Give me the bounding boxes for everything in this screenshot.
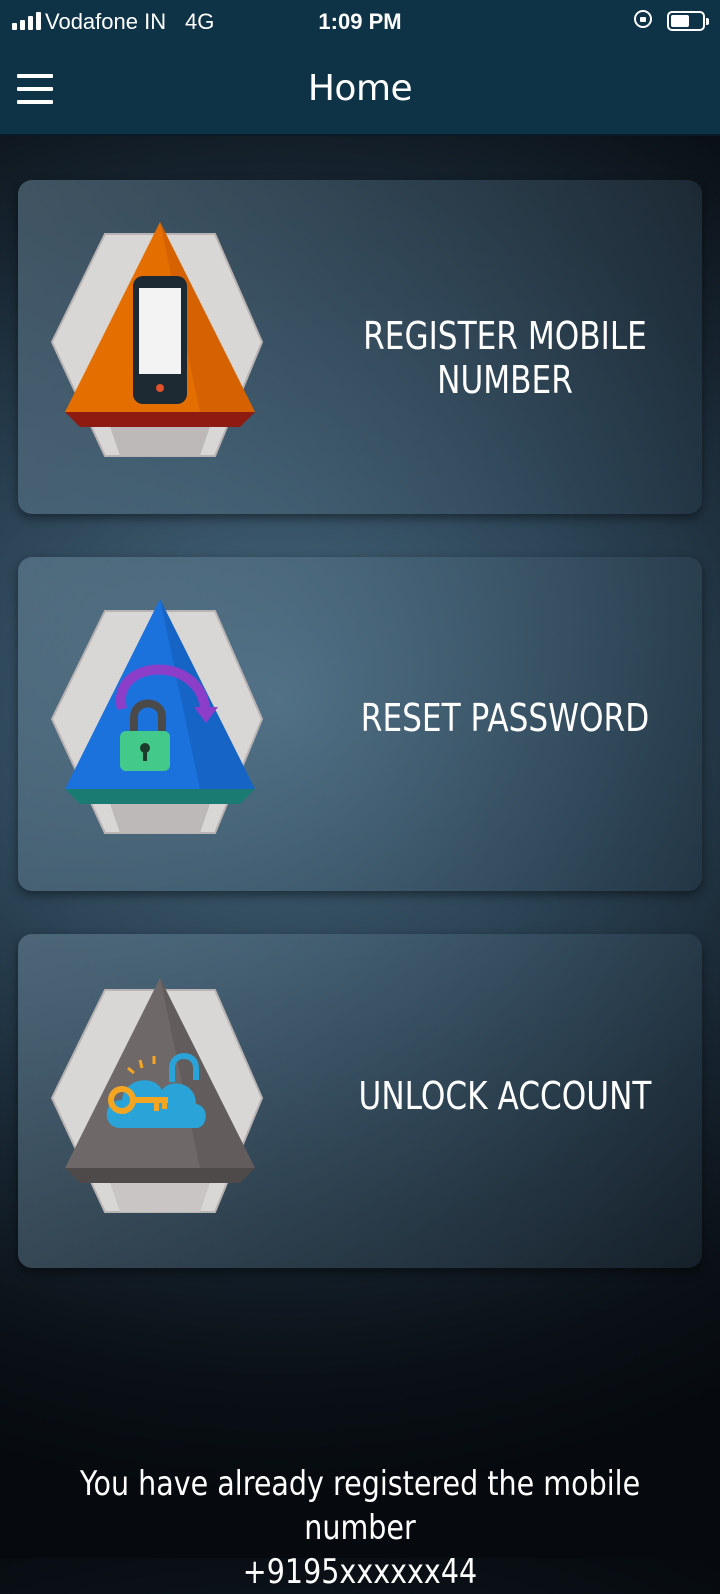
cloud-key-icon — [50, 978, 264, 1213]
page-title: Home — [307, 68, 413, 109]
mobile-phone-icon — [50, 222, 264, 457]
reset-lock-icon — [50, 599, 264, 834]
unlock-account-card[interactable]: UNLOCK ACCOUNT — [18, 934, 702, 1268]
registered-number: +9195xxxxxx44 — [242, 1552, 478, 1592]
status-bar: Vodafone IN 4G 1:09 PM — [0, 0, 720, 44]
status-time: 1:09 PM — [318, 9, 402, 34]
register-mobile-label: REGISTER MOBILE NUMBER — [363, 314, 647, 402]
rotation-lock-icon — [634, 10, 652, 28]
battery-icon — [667, 11, 709, 31]
register-mobile-card[interactable]: REGISTER MOBILE NUMBER — [18, 180, 702, 514]
registered-number-note: You have already registered the mobile n… — [58, 1462, 663, 1594]
unlock-account-label: UNLOCK ACCOUNT — [358, 1074, 652, 1118]
reset-password-card[interactable]: RESET PASSWORD — [18, 557, 702, 891]
app-header: Home — [0, 44, 720, 136]
registered-note-text: You have already registered the mobile n… — [79, 1464, 641, 1548]
reset-password-label: RESET PASSWORD — [360, 696, 650, 740]
